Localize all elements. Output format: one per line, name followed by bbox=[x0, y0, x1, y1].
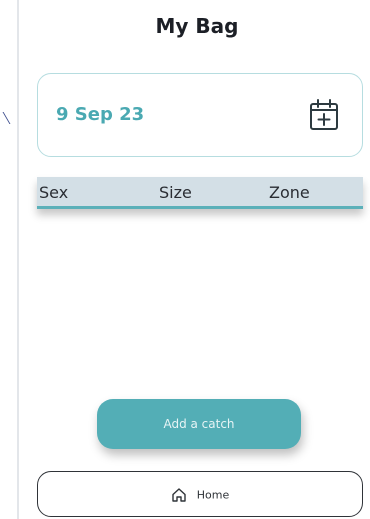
home-button[interactable]: Home bbox=[37, 471, 363, 517]
left-border-line bbox=[17, 0, 19, 519]
column-header-zone: Zone bbox=[269, 183, 310, 202]
add-catch-button[interactable]: Add a catch bbox=[97, 399, 301, 449]
calendar-add-icon[interactable] bbox=[308, 98, 340, 132]
edge-mark bbox=[0, 112, 11, 124]
date-card: 9 Sep 23 bbox=[37, 73, 363, 157]
home-button-content: Home bbox=[38, 487, 362, 503]
page-title: My Bag bbox=[155, 14, 239, 38]
home-label: Home bbox=[196, 488, 230, 502]
column-header-size: Size bbox=[159, 183, 192, 202]
catch-table-header: Sex Size Zone bbox=[37, 177, 363, 209]
column-header-sex: Sex bbox=[39, 183, 69, 202]
selected-date: 9 Sep 23 bbox=[56, 104, 145, 125]
home-icon bbox=[172, 488, 186, 502]
